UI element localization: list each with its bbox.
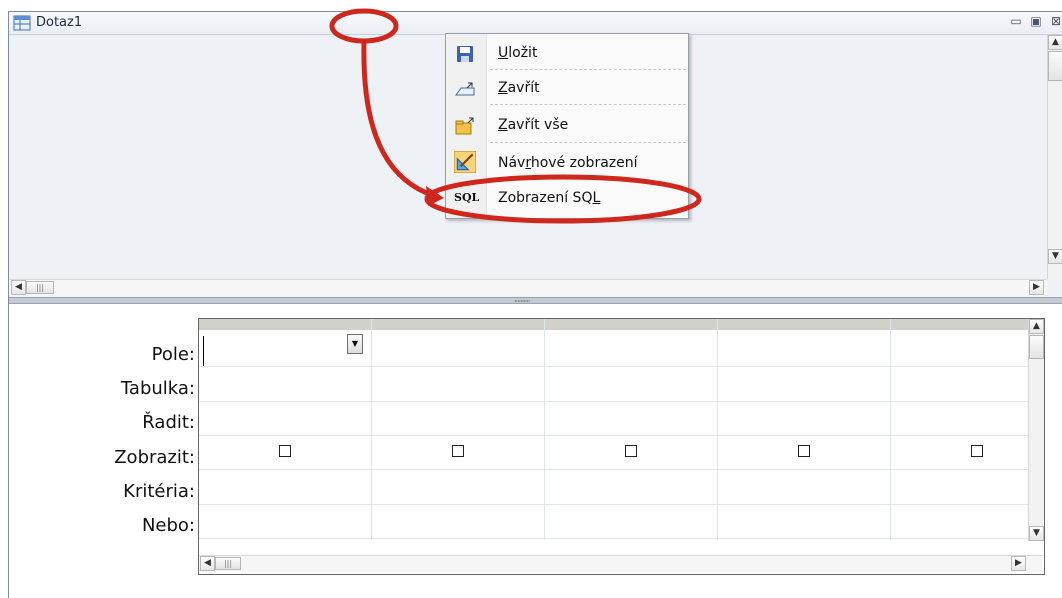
title-bar[interactable]: Dotaz1 ▭ ▣ ⊠ — [9, 12, 1062, 35]
window-title: Dotaz1 — [36, 15, 83, 30]
grid-column-line — [890, 319, 891, 540]
grid-vertical-scrollbar[interactable]: ▲ ▼ — [1028, 319, 1044, 541]
menu-item-label: Zavřít vše — [498, 117, 569, 133]
row-label-criteria: Kritéria: — [123, 481, 195, 502]
scroll-thumb[interactable] — [1048, 51, 1062, 81]
menu-item-close[interactable]: Zavřít — [446, 71, 688, 105]
table-pane-horizontal-scrollbar[interactable]: ◀ ||| ▶ — [9, 279, 1047, 296]
grid-row-line — [199, 538, 1028, 539]
design-view-icon — [454, 151, 476, 173]
menu-separator — [490, 104, 686, 105]
scroll-right-button[interactable]: ▶ — [1011, 556, 1026, 571]
menu-item-save[interactable]: Uložit — [446, 36, 688, 70]
minimize-button[interactable]: ▭ — [1009, 14, 1023, 28]
scroll-down-button[interactable]: ▼ — [1029, 526, 1044, 541]
menu-separator — [490, 69, 686, 70]
grid-column-line — [544, 319, 545, 540]
show-checkbox[interactable] — [452, 445, 464, 457]
menu-item-design-view[interactable]: Návrhové zobrazení — [446, 146, 688, 180]
save-icon — [457, 46, 473, 62]
close-button[interactable]: ⊠ — [1049, 14, 1062, 28]
show-checkbox[interactable] — [971, 445, 983, 457]
row-label-or: Nebo: — [141, 515, 195, 536]
show-checkbox[interactable] — [625, 445, 637, 457]
scroll-thumb[interactable]: ||| — [215, 557, 241, 570]
column-header[interactable] — [545, 319, 718, 330]
grid-row-line — [199, 435, 1028, 436]
field-combobox[interactable] — [203, 336, 369, 366]
column-header[interactable] — [891, 319, 1029, 330]
grid-column-line — [371, 319, 372, 540]
grid-row-line — [199, 469, 1028, 470]
scroll-right-button[interactable]: ▶ — [1029, 280, 1044, 295]
show-checkbox[interactable] — [279, 445, 291, 457]
show-checkbox[interactable] — [798, 445, 810, 457]
grid-horizontal-scrollbar[interactable]: ◀ ||| ▶ — [199, 555, 1042, 572]
context-menu: Uložit Zavřít Zavřít vše Návrhové zobraz… — [445, 33, 689, 219]
scroll-thumb[interactable] — [1029, 335, 1044, 359]
design-grid-pane: Pole: Tabulka: Řadit: Zobrazit: Kritéria… — [9, 304, 1062, 598]
row-label-sort: Řadit: — [142, 412, 195, 433]
query-icon — [13, 15, 31, 31]
scroll-up-button[interactable]: ▲ — [1029, 319, 1044, 334]
row-label-table: Tabulka: — [120, 378, 195, 399]
menu-item-label: Zobrazení SQL — [498, 190, 601, 206]
grid-column-line — [717, 319, 718, 540]
menu-item-label: Uložit — [498, 45, 538, 61]
restore-button[interactable]: ▣ — [1029, 14, 1043, 28]
menu-item-sql-view[interactable]: SQL Zobrazení SQL — [446, 181, 688, 215]
grid-row-line — [199, 401, 1028, 402]
menu-item-label: Návrhové zobrazení — [498, 155, 638, 171]
pane-splitter[interactable]: ·········· — [9, 297, 1062, 306]
sql-view-icon: SQL — [454, 191, 480, 204]
menu-item-label: Zavřít — [498, 80, 540, 96]
grid-row-line — [199, 366, 1028, 367]
scroll-left-button[interactable]: ◀ — [11, 280, 26, 295]
scroll-up-button[interactable]: ▲ — [1048, 35, 1062, 50]
grid-row-line — [199, 504, 1028, 505]
row-label-field: Pole: — [151, 344, 195, 365]
query-design-grid[interactable]: ▼ ▲ ▼ ◀ ||| ▶ — [198, 318, 1045, 575]
row-label-show: Zobrazit: — [114, 447, 195, 468]
menu-item-close-all[interactable]: Zavřít vše — [446, 108, 688, 142]
table-pane-vertical-scrollbar[interactable]: ▲ ▼ — [1047, 35, 1062, 279]
column-header[interactable] — [718, 319, 891, 330]
column-header[interactable] — [372, 319, 545, 330]
scroll-down-button[interactable]: ▼ — [1048, 249, 1062, 264]
close-all-icon — [455, 117, 474, 135]
scroll-left-button[interactable]: ◀ — [200, 556, 215, 571]
field-dropdown-button[interactable]: ▼ — [347, 334, 363, 354]
menu-separator — [490, 142, 686, 143]
column-header[interactable] — [199, 319, 372, 330]
close-window-icon — [455, 82, 475, 96]
scroll-thumb[interactable]: ||| — [26, 281, 54, 294]
